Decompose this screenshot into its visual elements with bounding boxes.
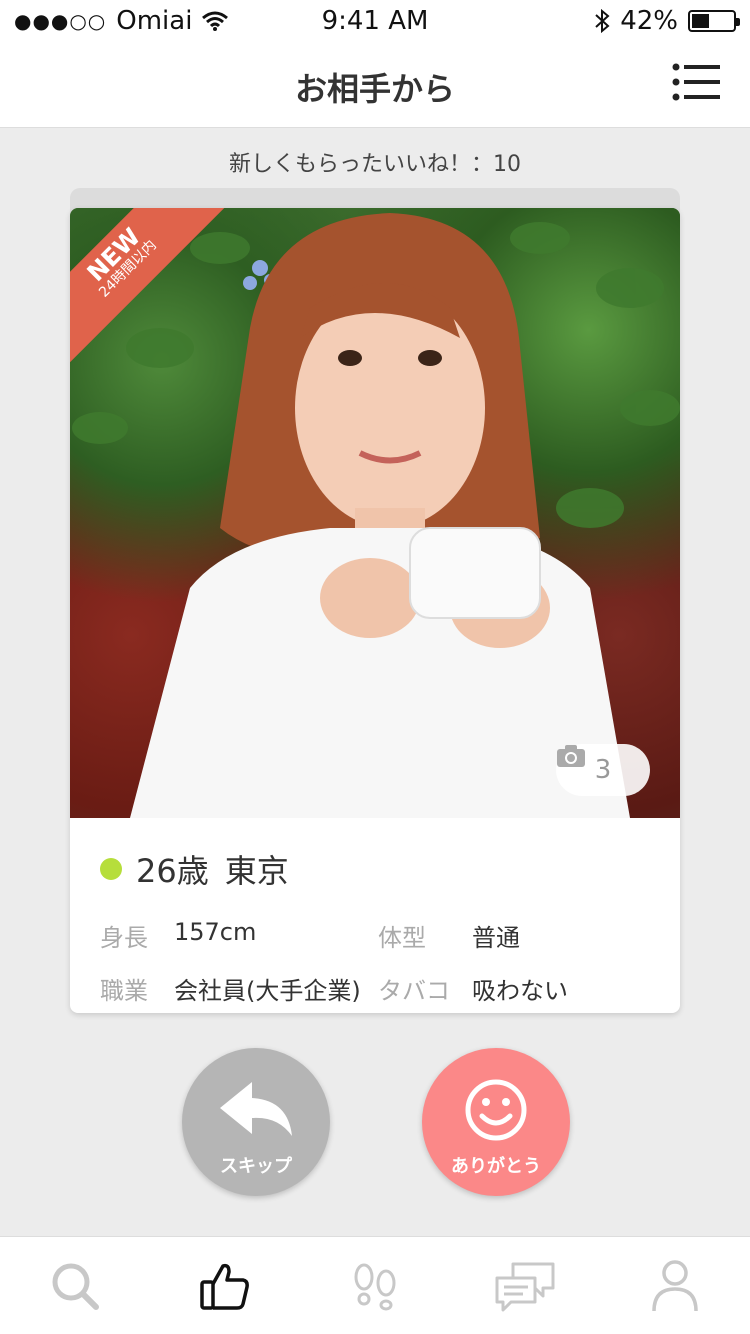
- thanks-label: ありがとう: [451, 1156, 541, 1177]
- photo-count: 3: [594, 755, 612, 785]
- detail-value: 普通: [472, 924, 520, 952]
- tab-likes[interactable]: [150, 1237, 300, 1334]
- tab-messages[interactable]: [450, 1237, 600, 1334]
- detail-key: 体型: [378, 924, 426, 952]
- profile-icon: [652, 1259, 698, 1311]
- profile-photo[interactable]: NEW 24時間以内 3: [70, 208, 680, 818]
- list-menu-icon: [672, 63, 720, 101]
- battery-percent: 42%: [620, 6, 678, 36]
- footprints-icon: [354, 1263, 396, 1310]
- new-likes-counter: 新しくもらったいいね！：10: [229, 152, 521, 177]
- skip-button[interactable]: スキップ: [182, 1048, 330, 1196]
- photo-count-badge[interactable]: 3: [556, 744, 650, 796]
- messages-icon: [495, 1262, 555, 1311]
- tab-search[interactable]: [0, 1237, 150, 1334]
- detail-key: 身長: [100, 924, 148, 952]
- battery-fill: [692, 14, 709, 28]
- profile-photo-illustration: [72, 213, 680, 818]
- profile-info: 26歳 東京 身長 157cm 体型 普通 職業 会社員(大手企業) タバコ 吸…: [70, 818, 680, 1013]
- detail-value: 会社員(大手企業): [174, 977, 361, 1005]
- detail-value: 吸わない: [472, 977, 568, 1005]
- thumbs-up-icon: [200, 1263, 249, 1310]
- search-icon: [52, 1263, 99, 1310]
- status-right: 42%: [594, 6, 740, 36]
- profile-headline: 26歳 東京: [100, 846, 650, 892]
- navigation-bar: お相手から: [0, 40, 750, 128]
- detail-key: 職業: [100, 977, 148, 1005]
- reply-arrow-icon: [220, 1082, 292, 1136]
- tab-footprints[interactable]: [300, 1237, 450, 1334]
- camera-icon: [557, 745, 585, 767]
- page-title: お相手から: [294, 70, 455, 108]
- bluetooth-icon: [595, 9, 610, 33]
- detail-value: 157cm: [174, 918, 257, 946]
- profile-card[interactable]: NEW 24時間以内 3 26歳 東京 身長 157cm 体型 普通 職業 会社…: [70, 208, 680, 1013]
- profile-details: 身長 157cm 体型 普通 職業 会社員(大手企業) タバコ 吸わない: [100, 918, 650, 1006]
- status-bar: ●●●○○ Omiai 9:41 AM 42%: [0, 0, 750, 40]
- profile-location: 東京: [224, 852, 289, 890]
- tab-profile[interactable]: [600, 1237, 750, 1334]
- profile-age: 26歳: [136, 852, 209, 890]
- online-status-dot: [100, 858, 122, 880]
- tab-bar: [0, 1236, 750, 1334]
- detail-key: タバコ: [378, 977, 450, 1005]
- thanks-button[interactable]: ありがとう: [422, 1048, 570, 1196]
- smiley-icon: [465, 1079, 527, 1141]
- battery-icon: [688, 10, 740, 32]
- menu-button[interactable]: [672, 62, 722, 102]
- skip-label: スキップ: [220, 1156, 292, 1177]
